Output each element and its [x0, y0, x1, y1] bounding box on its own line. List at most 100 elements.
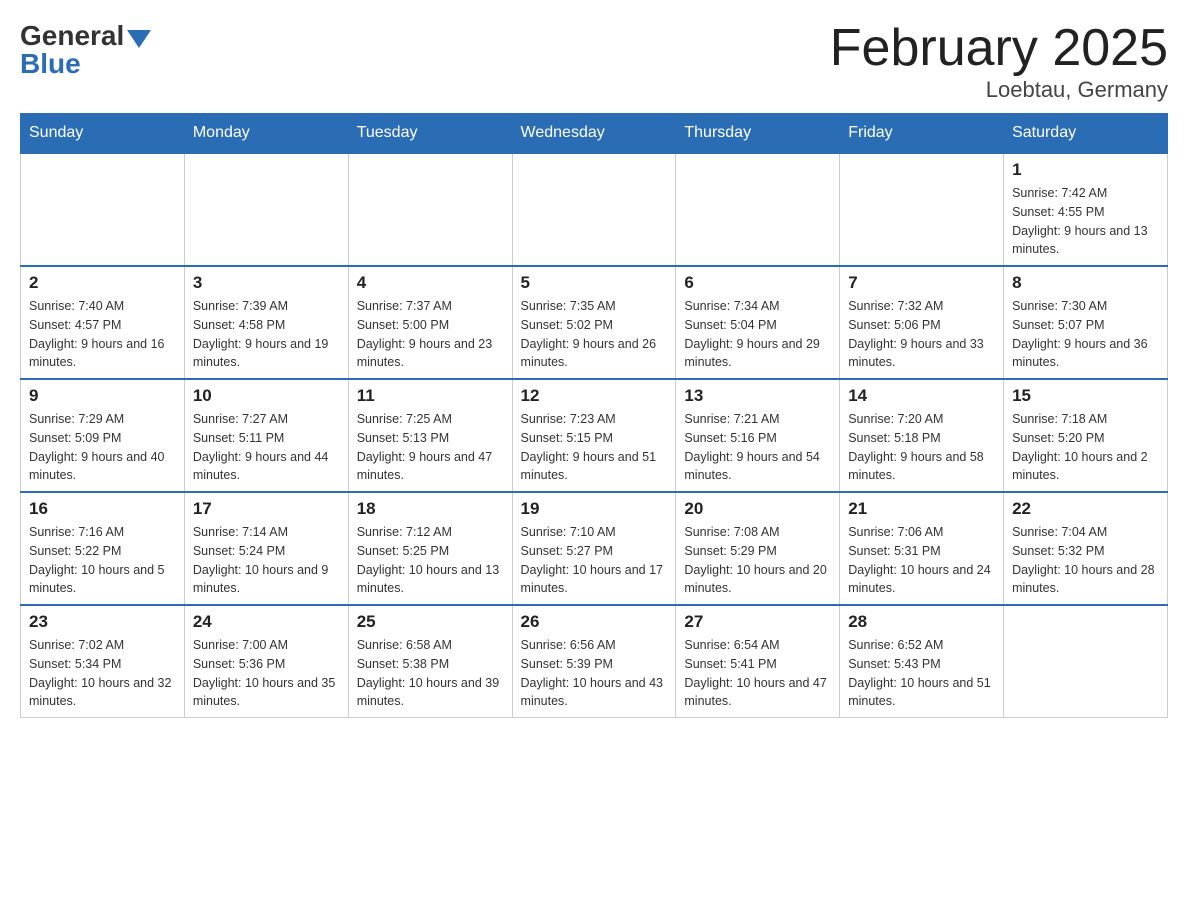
day-number: 11	[357, 386, 504, 406]
table-row: 20 Sunrise: 7:08 AM Sunset: 5:29 PM Dayli…	[676, 492, 840, 605]
day-number: 7	[848, 273, 995, 293]
day-info: Sunrise: 7:27 AM Sunset: 5:11 PM Dayligh…	[193, 410, 340, 485]
day-info: Sunrise: 7:21 AM Sunset: 5:16 PM Dayligh…	[684, 410, 831, 485]
table-row	[840, 153, 1004, 266]
day-info: Sunrise: 6:56 AM Sunset: 5:39 PM Dayligh…	[521, 636, 668, 711]
col-friday: Friday	[840, 114, 1004, 154]
calendar-title: February 2025	[830, 20, 1168, 77]
day-info: Sunrise: 7:37 AM Sunset: 5:00 PM Dayligh…	[357, 297, 504, 372]
title-section: February 2025 Loebtau, Germany	[830, 20, 1168, 103]
table-row: 4 Sunrise: 7:37 AM Sunset: 5:00 PM Daylig…	[348, 266, 512, 379]
table-row	[348, 153, 512, 266]
day-number: 15	[1012, 386, 1159, 406]
day-number: 10	[193, 386, 340, 406]
day-info: Sunrise: 7:10 AM Sunset: 5:27 PM Dayligh…	[521, 523, 668, 598]
table-row: 1 Sunrise: 7:42 AM Sunset: 4:55 PM Daylig…	[1004, 153, 1168, 266]
calendar-week-4: 16 Sunrise: 7:16 AM Sunset: 5:22 PM Dayli…	[21, 492, 1168, 605]
day-number: 27	[684, 612, 831, 632]
day-number: 3	[193, 273, 340, 293]
day-number: 2	[29, 273, 176, 293]
table-row: 16 Sunrise: 7:16 AM Sunset: 5:22 PM Dayli…	[21, 492, 185, 605]
day-number: 19	[521, 499, 668, 519]
day-info: Sunrise: 7:12 AM Sunset: 5:25 PM Dayligh…	[357, 523, 504, 598]
table-row: 11 Sunrise: 7:25 AM Sunset: 5:13 PM Dayli…	[348, 379, 512, 492]
day-info: Sunrise: 7:30 AM Sunset: 5:07 PM Dayligh…	[1012, 297, 1159, 372]
table-row	[676, 153, 840, 266]
calendar-week-5: 23 Sunrise: 7:02 AM Sunset: 5:34 PM Dayli…	[21, 605, 1168, 718]
table-row: 22 Sunrise: 7:04 AM Sunset: 5:32 PM Dayli…	[1004, 492, 1168, 605]
day-number: 28	[848, 612, 995, 632]
day-number: 8	[1012, 273, 1159, 293]
table-row	[1004, 605, 1168, 718]
table-row: 8 Sunrise: 7:30 AM Sunset: 5:07 PM Daylig…	[1004, 266, 1168, 379]
table-row: 21Sunrise: 7:06 AM Sunset: 5:31 PM Dayli…	[840, 492, 1004, 605]
table-row: 19 Sunrise: 7:10 AM Sunset: 5:27 PM Dayli…	[512, 492, 676, 605]
day-info: Sunrise: 7:25 AM Sunset: 5:13 PM Dayligh…	[357, 410, 504, 485]
day-number: 6	[684, 273, 831, 293]
calendar-week-3: 9Sunrise: 7:29 AM Sunset: 5:09 PM Daylig…	[21, 379, 1168, 492]
table-row: 3Sunrise: 7:39 AM Sunset: 4:58 PM Daylig…	[184, 266, 348, 379]
col-monday: Monday	[184, 114, 348, 154]
calendar-table: Sunday Monday Tuesday Wednesday Thursday…	[20, 113, 1168, 718]
day-info: Sunrise: 6:54 AM Sunset: 5:41 PM Dayligh…	[684, 636, 831, 711]
day-number: 20	[684, 499, 831, 519]
col-sunday: Sunday	[21, 114, 185, 154]
day-info: Sunrise: 7:29 AM Sunset: 5:09 PM Dayligh…	[29, 410, 176, 485]
day-info: Sunrise: 7:04 AM Sunset: 5:32 PM Dayligh…	[1012, 523, 1159, 598]
day-info: Sunrise: 7:14 AM Sunset: 5:24 PM Dayligh…	[193, 523, 340, 598]
day-number: 22	[1012, 499, 1159, 519]
table-row: 6 Sunrise: 7:34 AM Sunset: 5:04 PM Daylig…	[676, 266, 840, 379]
logo: General Blue	[20, 20, 151, 80]
col-wednesday: Wednesday	[512, 114, 676, 154]
day-number: 26	[521, 612, 668, 632]
table-row: 24Sunrise: 7:00 AM Sunset: 5:36 PM Dayli…	[184, 605, 348, 718]
page-header: General Blue February 2025 Loebtau, Germ…	[20, 20, 1168, 103]
table-row	[184, 153, 348, 266]
day-number: 4	[357, 273, 504, 293]
col-thursday: Thursday	[676, 114, 840, 154]
logo-triangle-icon	[127, 30, 151, 48]
day-number: 5	[521, 273, 668, 293]
calendar-week-1: 1 Sunrise: 7:42 AM Sunset: 4:55 PM Daylig…	[21, 153, 1168, 266]
table-row: 17Sunrise: 7:14 AM Sunset: 5:24 PM Dayli…	[184, 492, 348, 605]
table-row: 10 Sunrise: 7:27 AM Sunset: 5:11 PM Dayli…	[184, 379, 348, 492]
calendar-header-row: Sunday Monday Tuesday Wednesday Thursday…	[21, 114, 1168, 154]
table-row: 15 Sunrise: 7:18 AM Sunset: 5:20 PM Dayli…	[1004, 379, 1168, 492]
day-info: Sunrise: 6:52 AM Sunset: 5:43 PM Dayligh…	[848, 636, 995, 711]
table-row: 7 Sunrise: 7:32 AM Sunset: 5:06 PM Daylig…	[840, 266, 1004, 379]
day-info: Sunrise: 7:35 AM Sunset: 5:02 PM Dayligh…	[521, 297, 668, 372]
table-row: 26 Sunrise: 6:56 AM Sunset: 5:39 PM Dayli…	[512, 605, 676, 718]
day-number: 13	[684, 386, 831, 406]
table-row: 12Sunrise: 7:23 AM Sunset: 5:15 PM Dayli…	[512, 379, 676, 492]
table-row: 14Sunrise: 7:20 AM Sunset: 5:18 PM Dayli…	[840, 379, 1004, 492]
day-info: Sunrise: 6:58 AM Sunset: 5:38 PM Dayligh…	[357, 636, 504, 711]
day-info: Sunrise: 7:40 AM Sunset: 4:57 PM Dayligh…	[29, 297, 176, 372]
day-info: Sunrise: 7:34 AM Sunset: 5:04 PM Dayligh…	[684, 297, 831, 372]
table-row: 5 Sunrise: 7:35 AM Sunset: 5:02 PM Daylig…	[512, 266, 676, 379]
day-info: Sunrise: 7:20 AM Sunset: 5:18 PM Dayligh…	[848, 410, 995, 485]
table-row: 18 Sunrise: 7:12 AM Sunset: 5:25 PM Dayli…	[348, 492, 512, 605]
table-row	[21, 153, 185, 266]
day-info: Sunrise: 7:16 AM Sunset: 5:22 PM Dayligh…	[29, 523, 176, 598]
calendar-subtitle: Loebtau, Germany	[830, 77, 1168, 103]
table-row: 9Sunrise: 7:29 AM Sunset: 5:09 PM Daylig…	[21, 379, 185, 492]
table-row: 23 Sunrise: 7:02 AM Sunset: 5:34 PM Dayli…	[21, 605, 185, 718]
day-info: Sunrise: 7:08 AM Sunset: 5:29 PM Dayligh…	[684, 523, 831, 598]
day-number: 18	[357, 499, 504, 519]
table-row: 28 Sunrise: 6:52 AM Sunset: 5:43 PM Dayli…	[840, 605, 1004, 718]
table-row	[512, 153, 676, 266]
day-number: 23	[29, 612, 176, 632]
table-row: 2 Sunrise: 7:40 AM Sunset: 4:57 PM Daylig…	[21, 266, 185, 379]
day-info: Sunrise: 7:42 AM Sunset: 4:55 PM Dayligh…	[1012, 184, 1159, 259]
table-row: 25Sunrise: 6:58 AM Sunset: 5:38 PM Dayli…	[348, 605, 512, 718]
day-number: 21	[848, 499, 995, 519]
day-number: 1	[1012, 160, 1159, 180]
table-row: 27 Sunrise: 6:54 AM Sunset: 5:41 PM Dayli…	[676, 605, 840, 718]
day-info: Sunrise: 7:32 AM Sunset: 5:06 PM Dayligh…	[848, 297, 995, 372]
col-tuesday: Tuesday	[348, 114, 512, 154]
day-number: 16	[29, 499, 176, 519]
day-info: Sunrise: 7:02 AM Sunset: 5:34 PM Dayligh…	[29, 636, 176, 711]
day-number: 12	[521, 386, 668, 406]
table-row: 13 Sunrise: 7:21 AM Sunset: 5:16 PM Dayli…	[676, 379, 840, 492]
day-info: Sunrise: 7:18 AM Sunset: 5:20 PM Dayligh…	[1012, 410, 1159, 485]
